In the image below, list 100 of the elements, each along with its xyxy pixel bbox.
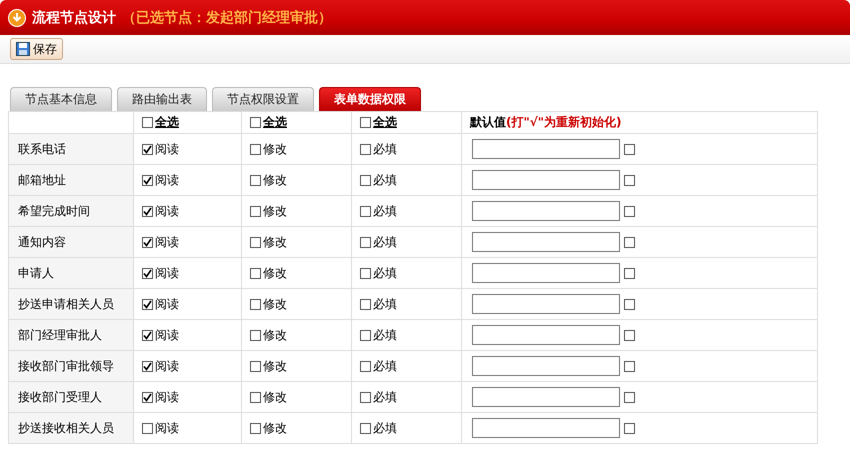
checkbox[interactable] — [360, 422, 371, 434]
checkbox[interactable] — [360, 330, 371, 340]
checkbox[interactable] — [250, 174, 261, 186]
required-label: 必填 — [373, 296, 397, 312]
checkbox[interactable] — [624, 422, 635, 434]
checkbox[interactable] — [250, 392, 261, 402]
field-name: 接收部门审批领导 — [8, 350, 134, 382]
default-value-field[interactable] — [472, 201, 620, 221]
checkbox[interactable] — [142, 422, 153, 434]
default-value-field[interactable] — [472, 325, 620, 345]
checkbox[interactable] — [250, 298, 261, 310]
edit-label: 修改 — [263, 264, 287, 282]
window-title: 流程节点设计 — [32, 8, 116, 26]
reinit-hint: (打"√"为重新初始化) — [506, 115, 622, 129]
checkbox[interactable] — [624, 144, 635, 154]
checkbox[interactable] — [142, 206, 153, 216]
checkbox[interactable] — [250, 268, 261, 278]
select-all-label[interactable]: 全选 — [155, 114, 179, 131]
checkbox[interactable] — [624, 360, 635, 372]
checkbox[interactable] — [142, 236, 153, 248]
field-name: 申请人 — [8, 258, 134, 288]
checkbox[interactable] — [142, 144, 153, 154]
selected-node-label: （已选节点：发起部门经理审批） — [122, 8, 332, 26]
checkbox[interactable] — [250, 144, 261, 154]
tab[interactable]: 节点权限设置 — [212, 87, 314, 111]
checkbox[interactable] — [142, 268, 153, 278]
read-label: 阅读 — [155, 326, 179, 344]
checkbox[interactable] — [250, 330, 261, 340]
edit-label: 修改 — [263, 388, 287, 406]
edit-label: 修改 — [263, 172, 287, 188]
read-label: 阅读 — [155, 172, 179, 188]
required-label: 必填 — [373, 326, 397, 344]
required-label: 必填 — [373, 234, 397, 250]
checkbox[interactable] — [142, 330, 153, 340]
field-name: 联系电话 — [8, 134, 134, 164]
read-label: 阅读 — [155, 202, 179, 220]
read-label: 阅读 — [155, 264, 179, 282]
checkbox[interactable] — [142, 360, 153, 372]
default-value-field[interactable] — [472, 139, 620, 159]
select-all-label[interactable]: 全选 — [373, 114, 397, 131]
field-name: 邮箱地址 — [8, 164, 134, 196]
save-button[interactable]: 保存 — [10, 38, 63, 60]
checkbox[interactable] — [142, 392, 153, 402]
required-label: 必填 — [373, 202, 397, 220]
field-name: 抄送接收相关人员 — [8, 412, 134, 444]
checkbox[interactable] — [624, 236, 635, 248]
checkbox[interactable] — [624, 392, 635, 402]
edit-label: 修改 — [263, 140, 287, 158]
default-value-field[interactable] — [472, 232, 620, 252]
edit-label: 修改 — [263, 358, 287, 374]
default-value-field[interactable] — [472, 418, 620, 438]
read-label: 阅读 — [155, 420, 179, 436]
read-label: 阅读 — [155, 296, 179, 312]
checkbox[interactable] — [360, 392, 371, 402]
tab[interactable]: 节点基本信息 — [10, 87, 112, 111]
field-name: 希望完成时间 — [8, 196, 134, 226]
checkbox[interactable] — [250, 236, 261, 248]
checkbox[interactable] — [360, 236, 371, 248]
checkbox[interactable] — [624, 206, 635, 216]
checkbox[interactable] — [360, 206, 371, 216]
default-value-field[interactable] — [472, 263, 620, 283]
field-name: 接收部门受理人 — [8, 382, 134, 412]
checkbox[interactable] — [142, 117, 153, 128]
edit-label: 修改 — [263, 420, 287, 436]
checkbox[interactable] — [250, 360, 261, 372]
required-label: 必填 — [373, 358, 397, 374]
checkbox[interactable] — [360, 298, 371, 310]
checkbox[interactable] — [360, 360, 371, 372]
field-name: 抄送申请相关人员 — [8, 288, 134, 320]
edit-label: 修改 — [263, 326, 287, 344]
default-value-field[interactable] — [472, 356, 620, 376]
checkbox[interactable] — [360, 174, 371, 186]
default-value-field[interactable] — [472, 387, 620, 407]
checkbox[interactable] — [624, 174, 635, 186]
checkbox[interactable] — [142, 298, 153, 310]
select-all-label[interactable]: 全选 — [263, 114, 287, 131]
field-name: 部门经理审批人 — [8, 320, 134, 350]
required-label: 必填 — [373, 264, 397, 282]
checkbox[interactable] — [142, 174, 153, 186]
edit-label: 修改 — [263, 296, 287, 312]
required-label: 必填 — [373, 140, 397, 158]
checkbox[interactable] — [250, 117, 261, 128]
checkbox[interactable] — [624, 298, 635, 310]
tab[interactable]: 路由输出表 — [117, 87, 207, 111]
checkbox[interactable] — [360, 144, 371, 154]
download-icon — [8, 8, 26, 26]
checkbox[interactable] — [360, 117, 371, 128]
read-label: 阅读 — [155, 388, 179, 406]
checkbox[interactable] — [250, 422, 261, 434]
required-label: 必填 — [373, 420, 397, 436]
checkbox[interactable] — [624, 268, 635, 278]
edit-label: 修改 — [263, 202, 287, 220]
checkbox[interactable] — [360, 268, 371, 278]
checkbox[interactable] — [250, 206, 261, 216]
checkbox[interactable] — [624, 330, 635, 340]
tab[interactable]: 表单数据权限 — [319, 87, 421, 111]
default-value-field[interactable] — [472, 294, 620, 314]
edit-label: 修改 — [263, 234, 287, 250]
default-value-heading: 默认值 — [470, 115, 506, 129]
default-value-field[interactable] — [472, 170, 620, 190]
